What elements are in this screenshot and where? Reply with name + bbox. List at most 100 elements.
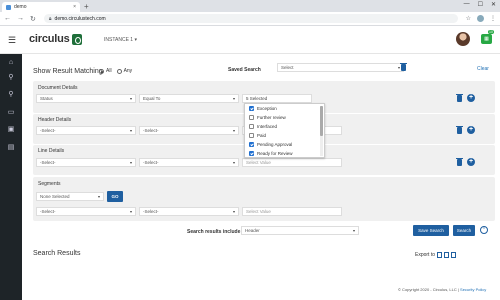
radio-any-dot bbox=[116, 68, 122, 74]
window-controls: — ☐ ✕ bbox=[464, 1, 496, 8]
instance-selector[interactable]: INSTANCE 1 ▾ bbox=[104, 37, 137, 43]
csv-export-icon[interactable] bbox=[451, 252, 457, 258]
status-multiselect[interactable]: 5 Selected bbox=[242, 94, 312, 103]
tab-title: demo bbox=[14, 4, 27, 10]
star-icon[interactable]: ☆ bbox=[466, 15, 471, 22]
chevron-down-icon: ▾ bbox=[232, 96, 235, 101]
forward-icon[interactable]: → bbox=[17, 15, 24, 22]
radio-any-label: Any bbox=[123, 68, 133, 74]
add-row-icon[interactable]: + bbox=[467, 158, 475, 166]
home-icon[interactable]: ⌂ bbox=[7, 59, 15, 67]
lock-icon: 🔒︎ bbox=[48, 15, 52, 22]
status-option[interactable]: Interfaced bbox=[249, 123, 277, 130]
document-field-select[interactable]: Status ▾ bbox=[36, 94, 136, 103]
menu-dots-icon[interactable]: ⋮ bbox=[490, 15, 496, 22]
browser-tab[interactable]: demo × bbox=[2, 2, 80, 12]
segment-value-input[interactable]: Select Value bbox=[242, 207, 342, 216]
status-option-label: Interfaced bbox=[257, 124, 278, 129]
saved-search-label: Saved Search bbox=[228, 67, 261, 73]
radio-all[interactable]: All bbox=[99, 68, 112, 74]
export-label: Export to bbox=[415, 252, 436, 258]
segment-select-value: None Selected bbox=[40, 194, 70, 199]
maximize-icon[interactable]: ☐ bbox=[478, 1, 483, 8]
save-search-button[interactable]: Save Search bbox=[413, 225, 449, 236]
line-operator-value: -Select- bbox=[143, 160, 159, 165]
segment-field-select[interactable]: -Select- ▾ bbox=[36, 207, 136, 216]
sidebar: ⌂ ⚲ ⚲ ▭ ▣ ▤ bbox=[0, 54, 22, 300]
profile-avatar[interactable] bbox=[477, 15, 484, 22]
advanced-search-icon[interactable]: ⚲ bbox=[7, 91, 15, 99]
status-multiselect-value: 5 Selected bbox=[246, 96, 268, 101]
status-option[interactable]: Pending Approval bbox=[249, 141, 292, 148]
delete-row-icon[interactable] bbox=[456, 94, 463, 102]
radio-all-dot bbox=[99, 68, 104, 74]
dropdown-scrollbar-thumb[interactable] bbox=[320, 106, 323, 136]
close-tab-icon[interactable]: × bbox=[73, 4, 76, 10]
chevron-down-icon: ▾ bbox=[232, 128, 235, 133]
search-button[interactable]: Search bbox=[453, 225, 475, 236]
status-option-label: Paid bbox=[257, 133, 267, 138]
new-tab-button[interactable]: + bbox=[84, 2, 89, 11]
line-operator-select[interactable]: -Select- ▾ bbox=[139, 158, 239, 167]
apps-grid-button[interactable]: ▦ bbox=[481, 34, 492, 44]
segment-select[interactable]: None Selected ▾ bbox=[36, 192, 104, 201]
hamburger-menu-icon[interactable]: ☰ bbox=[8, 35, 16, 46]
security-policy-link[interactable]: Security Policy bbox=[460, 287, 486, 292]
search-icon[interactable]: ⚲ bbox=[7, 74, 15, 82]
search-results-title: Search Results bbox=[33, 250, 81, 257]
line-field-value: -Select- bbox=[40, 160, 56, 165]
chevron-down-icon: ▾ bbox=[97, 194, 100, 199]
delete-row-icon[interactable] bbox=[456, 126, 463, 134]
excel-export-icon[interactable] bbox=[444, 252, 450, 258]
radio-any[interactable]: Any bbox=[116, 68, 133, 74]
inbox-icon[interactable]: ▭ bbox=[7, 109, 15, 117]
checkbox-checked[interactable] bbox=[249, 151, 254, 156]
line-field-select[interactable]: -Select- ▾ bbox=[36, 158, 136, 167]
document-icon[interactable]: ▤ bbox=[7, 144, 15, 152]
segment-operator-select[interactable]: -Select- ▾ bbox=[139, 207, 239, 216]
status-option[interactable]: Further review bbox=[249, 114, 286, 121]
results-include-select[interactable]: Header ▾ bbox=[241, 226, 359, 235]
lock-icon[interactable]: ▣ bbox=[7, 126, 15, 134]
status-option-label: Exception bbox=[257, 106, 277, 111]
status-option[interactable]: Paid bbox=[249, 132, 266, 139]
add-row-icon[interactable]: + bbox=[467, 94, 475, 102]
checkbox-unchecked[interactable] bbox=[249, 115, 254, 120]
main-content: Show Result Matching All Any Saved Searc… bbox=[22, 54, 500, 300]
pdf-export-icon[interactable] bbox=[437, 252, 443, 258]
segment-field-value: -Select- bbox=[40, 209, 56, 214]
url-field[interactable]: 🔒︎ demo.circulustech.com bbox=[43, 14, 458, 23]
logo-text: circulus bbox=[29, 33, 70, 45]
collapse-up-icon[interactable]: ⌃ bbox=[480, 226, 488, 234]
checkbox-unchecked[interactable] bbox=[249, 133, 254, 138]
chevron-down-icon: ▾ bbox=[232, 209, 235, 214]
clear-link[interactable]: Clear bbox=[477, 66, 489, 72]
document-operator-select[interactable]: Equal To ▾ bbox=[139, 94, 239, 103]
header-operator-select[interactable]: -Select- ▾ bbox=[139, 126, 239, 135]
document-field-value: Status bbox=[40, 96, 53, 101]
minimize-icon[interactable]: — bbox=[464, 1, 470, 8]
delete-saved-search-icon[interactable] bbox=[400, 63, 407, 71]
status-option[interactable]: Ready for Review bbox=[249, 150, 293, 157]
results-include-value: Header bbox=[245, 228, 260, 233]
status-option[interactable]: Exception bbox=[249, 105, 277, 112]
status-option-label: Ready for Review bbox=[257, 151, 293, 156]
reload-icon[interactable]: ↻ bbox=[30, 15, 36, 23]
status-option-label: Pending Approval bbox=[257, 142, 293, 147]
browser-actions: ☆ ⋮ bbox=[466, 15, 496, 22]
user-avatar[interactable] bbox=[456, 32, 470, 46]
footer: © Copyright 2020 - Circulus, LLC | Secur… bbox=[398, 287, 486, 292]
line-value-input[interactable]: Select Value bbox=[242, 158, 342, 167]
checkbox-checked[interactable] bbox=[249, 106, 254, 111]
checkbox-unchecked[interactable] bbox=[249, 124, 254, 129]
saved-search-value: Select bbox=[281, 65, 294, 70]
copyright-text: © Copyright 2020 - Circulus, LLC | bbox=[398, 287, 459, 292]
saved-search-select[interactable]: Select ▾ bbox=[277, 63, 404, 72]
back-icon[interactable]: ← bbox=[4, 15, 11, 22]
add-row-icon[interactable]: + bbox=[467, 126, 475, 134]
go-button[interactable]: GO bbox=[107, 191, 123, 202]
header-field-select[interactable]: -Select- ▾ bbox=[36, 126, 136, 135]
delete-row-icon[interactable] bbox=[456, 158, 463, 166]
checkbox-checked[interactable] bbox=[249, 142, 254, 147]
close-window-icon[interactable]: ✕ bbox=[491, 1, 496, 8]
